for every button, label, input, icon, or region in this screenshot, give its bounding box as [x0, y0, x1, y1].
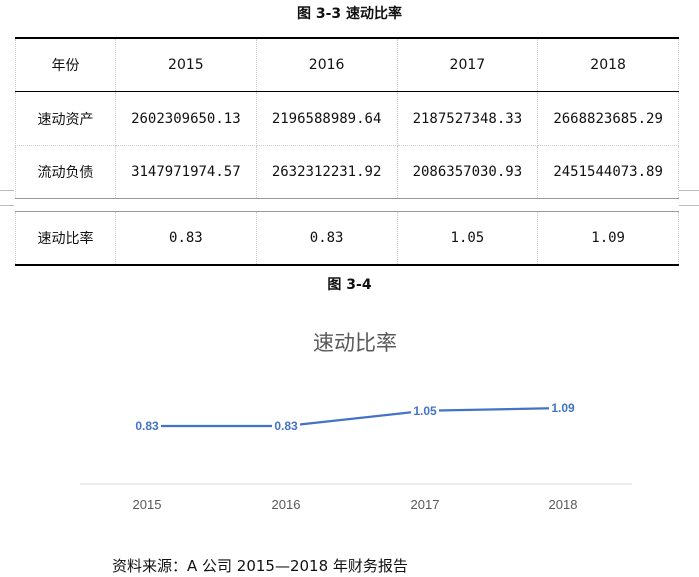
header-cell: 2015: [115, 37, 257, 92]
row-label: 流动负债: [15, 145, 116, 199]
header-cell: 2017: [396, 37, 539, 92]
source-note: 资料来源：A 公司 2015—2018 年财务报告: [112, 557, 408, 575]
header-cell: 2016: [255, 37, 398, 92]
table-row: 流动负债 3147971974.57 2632312231.92 2086357…: [15, 145, 679, 199]
table-cell: 2086357030.93: [396, 145, 539, 199]
x-tick-label: 2015: [133, 497, 162, 512]
table-cell: 2668823685.29: [537, 91, 679, 146]
table-cell: 2451544073.89: [537, 145, 679, 199]
chart-title: 速动比率: [313, 331, 397, 355]
page-break-row: [15, 198, 679, 212]
table-cell: 3147971974.57: [115, 145, 257, 199]
page-break-marker: [679, 190, 699, 206]
table-cell: 2602309650.13: [115, 91, 257, 146]
x-tick-label: 2017: [411, 497, 440, 512]
quick-ratio-line-chart: 速动比率 0.83 0.83 1.05 1.09 2015 2016 2017 2018: [80, 331, 632, 512]
header-cell: 2018: [537, 37, 679, 92]
table-cell: 2632312231.92: [255, 145, 398, 199]
row-label: 速动资产: [15, 91, 116, 146]
quick-ratio-table: 年份 2015 2016 2017 2018 速动资产 2602309650.1…: [15, 37, 679, 266]
table-cell: 2187527348.33: [396, 91, 539, 146]
table-header-row: 年份 2015 2016 2017 2018: [15, 37, 679, 92]
page-break-marker: [0, 190, 14, 206]
x-tick-label: 2018: [549, 497, 578, 512]
data-label: 1.05: [413, 404, 437, 418]
table-cell: 1.09: [537, 211, 679, 266]
data-label: 1.09: [551, 401, 575, 415]
table-cell: 2196588989.64: [255, 91, 398, 146]
figure-caption: 图 3-4: [327, 277, 372, 293]
table-row: 速动资产 2602309650.13 2196588989.64 2187527…: [15, 91, 679, 146]
data-label: 0.83: [135, 419, 159, 433]
header-cell: 年份: [15, 37, 116, 92]
row-label: 速动比率: [15, 211, 116, 266]
series-line: [147, 406, 564, 428]
table-cell: 1.05: [396, 211, 539, 266]
data-label: 0.83: [274, 419, 298, 433]
x-tick-label: 2016: [272, 497, 301, 512]
table-caption: 图 3-3 速动比率: [296, 6, 403, 22]
table-row: 速动比率 0.83 0.83 1.05 1.09: [15, 211, 679, 266]
table-cell: 0.83: [255, 211, 398, 266]
table-cell: 0.83: [115, 211, 257, 266]
